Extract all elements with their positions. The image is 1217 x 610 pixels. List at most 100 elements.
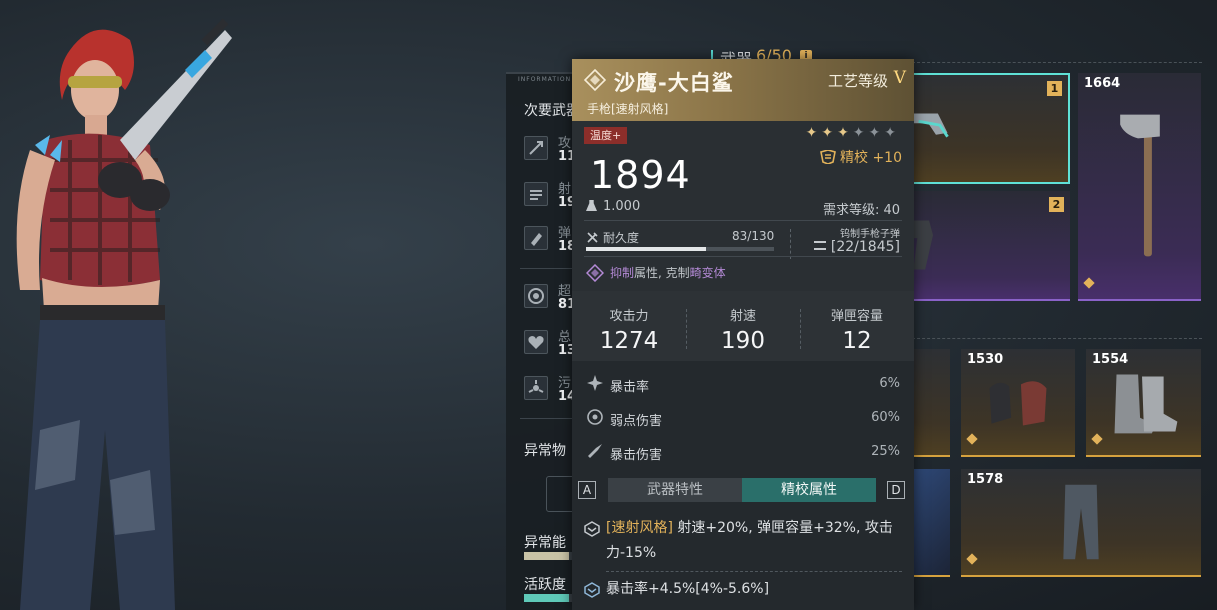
star-filled-icon: ✦ <box>821 125 838 141</box>
weight-icon <box>586 200 597 211</box>
main-stat-value: 190 <box>721 328 765 354</box>
panel-tag: INFORMATION <box>518 76 572 83</box>
health-icon <box>524 330 548 354</box>
tab-refine-attributes[interactable]: 精校属性 <box>742 478 876 502</box>
main-stat-attack: 攻击力 1274 <box>572 305 686 354</box>
sub-stat-value: 60% <box>871 410 900 425</box>
anomaly-energy-label: 异常能 <box>524 535 566 551</box>
main-stat-value: 12 <box>842 328 872 354</box>
durability-bar <box>586 247 774 251</box>
pollution-icon <box>524 376 548 400</box>
suppress-attribute: 抑制属性, 克制畸变体 <box>586 264 726 282</box>
character-portrait <box>16 18 232 610</box>
weight: 1.000 <box>586 199 640 214</box>
inventory-divider <box>912 62 1202 63</box>
star-empty-icon: ✦ <box>852 125 869 141</box>
weapon-type: 手枪[速射风格] <box>587 102 669 116</box>
axe-icon <box>1120 114 1160 257</box>
divider <box>584 256 902 257</box>
pistol-icon <box>908 113 949 138</box>
main-stat-value: 1274 <box>599 328 659 354</box>
combat-power: 1894 <box>590 153 691 197</box>
sub-stat-label: 暴击率 <box>610 380 650 395</box>
handgun-icon <box>907 220 934 270</box>
sub-stat-value: 25% <box>871 444 900 459</box>
inventory-slot-gloves[interactable]: 1530 <box>961 349 1075 457</box>
ammo-count: [22/1845] <box>813 239 900 255</box>
anomaly-material-label: 异常物 <box>524 443 566 459</box>
weight-value: 1.000 <box>603 199 641 214</box>
weakpoint-icon <box>587 409 603 425</box>
ammo-icon <box>813 241 826 250</box>
weapon-tooltip: 沙鹰-大白鲨 工艺等级 V 手枪[速射风格] 温度+ ✦✦✦✦✦✦ 精校 +10… <box>572 59 914 610</box>
inventory-slot-boots[interactable]: 1554 <box>1086 349 1201 457</box>
main-stat-label: 攻击力 <box>609 309 649 324</box>
tooltip-header: 沙鹰-大白鲨 工艺等级 V 手枪[速射风格] <box>572 59 914 121</box>
star-rating: ✦✦✦✦✦✦ <box>806 125 900 141</box>
sub-stat-crit-rate: 暴击率 6% <box>572 366 914 400</box>
main-stat-label: 弹匣容量 <box>830 309 883 324</box>
main-stats: 攻击力 1274 射速 190 弹匣容量 12 <box>572 291 914 361</box>
slot-rank: 2 <box>1049 197 1064 212</box>
inventory-slot-pants[interactable]: 1578 <box>961 469 1201 577</box>
slot-rank: 1 <box>1047 81 1062 96</box>
star-empty-icon: ✦ <box>868 125 885 141</box>
sub-stat-value: 6% <box>879 376 900 391</box>
ammo-type: 钨制手枪子弹 <box>840 229 900 240</box>
suppress-keyword: 抑制 <box>610 266 635 280</box>
key-hint-d[interactable]: D <box>887 481 905 499</box>
counter-target: 畸变体 <box>689 266 726 280</box>
slot-number: 1530 <box>967 352 1004 367</box>
inventory-slot-axe[interactable]: 1664 <box>1078 73 1201 301</box>
slot-number: 1554 <box>1092 352 1129 367</box>
slot-number: 1664 <box>1084 76 1121 91</box>
perk-rapid-fire: [速射风格] 射速+20%, 弹匣容量+32%, 攻击力-15% <box>584 516 902 566</box>
inventory-slot-2[interactable]: 2 <box>906 191 1070 301</box>
tab-weapon-traits[interactable]: 武器特性 <box>608 478 742 502</box>
divider <box>606 571 902 572</box>
magazine-icon <box>524 226 548 250</box>
perk-tag: [速射风格] <box>606 520 673 536</box>
weapon-name: 沙鹰-大白鲨 <box>614 71 734 95</box>
suppress-text: 属性, 克制 <box>634 266 690 280</box>
perk-icon <box>584 582 600 598</box>
durability-label: 耐久度 <box>586 229 639 246</box>
ammo-count-text: [22/1845] <box>830 239 900 255</box>
refine-icon <box>820 150 836 164</box>
slot-number: 1578 <box>967 472 1004 487</box>
suppress-icon <box>586 264 604 282</box>
key-hint-a[interactable]: A <box>578 481 596 499</box>
perk-text: 暴击率+4.5%[4%-5.6%] <box>606 581 770 597</box>
main-stat-label: 射速 <box>729 309 756 324</box>
sub-stat-label: 弱点伤害 <box>610 414 663 429</box>
star-filled-icon: ✦ <box>837 125 853 141</box>
durability-text: 耐久度 <box>603 231 640 245</box>
wrench-icon <box>587 232 598 243</box>
sub-stat-label: 暴击伤害 <box>610 448 663 463</box>
super-icon <box>524 284 548 308</box>
weapon-class-icon <box>584 69 606 91</box>
refine-level: 精校 +10 <box>820 147 902 167</box>
attack-icon <box>524 136 548 160</box>
crit-rate-icon <box>587 375 603 391</box>
required-level: 需求等级: 40 <box>822 203 900 218</box>
divider <box>584 220 902 221</box>
activity-label: 活跃度 <box>524 577 566 593</box>
craft-level-value: V <box>893 68 906 88</box>
tooltip-tabs: A 武器特性 精校属性 D <box>578 477 908 503</box>
inventory-slot-1[interactable]: 1 <box>906 73 1070 184</box>
perk-crit-rate: 暴击率+4.5%[4%-5.6%] <box>584 577 902 602</box>
divider <box>790 229 791 259</box>
sub-stat-weakpoint: 弱点伤害 60% <box>572 400 914 434</box>
temperature-tag: 温度+ <box>584 127 628 144</box>
main-stat-magazine: 弹匣容量 12 <box>800 305 914 354</box>
sub-stat-crit-damage: 暴击伤害 25% <box>572 434 914 468</box>
durability-value: 83/130 <box>732 229 775 243</box>
crit-damage-icon <box>588 444 602 458</box>
star-filled-icon: ✦ <box>805 125 822 141</box>
main-stat-fire-rate: 射速 190 <box>686 305 800 354</box>
inventory-divider <box>912 338 1202 339</box>
fire-rate-icon <box>524 182 548 206</box>
perk-icon <box>584 521 600 537</box>
star-empty-icon: ✦ <box>884 125 900 141</box>
